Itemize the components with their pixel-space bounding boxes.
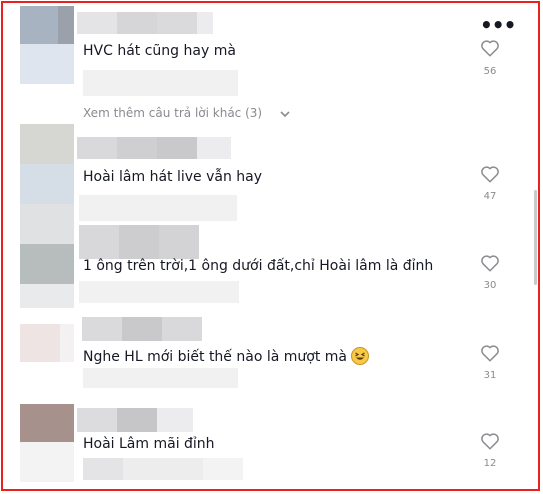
- comment-text: Nghe HL mới biết thế nào là mượt mà: [83, 347, 369, 365]
- scrollbar[interactable]: [534, 190, 537, 285]
- like-count: 31: [483, 370, 497, 381]
- comment-text: Hoài Lâm mãi đỉnh: [83, 436, 215, 452]
- comment-text-content: Nghe HL mới biết thế nào là mượt mà: [83, 349, 347, 365]
- like-count: 30: [483, 280, 497, 291]
- more-options-icon[interactable]: •••: [480, 15, 516, 35]
- comment-text: 1 ông trên trời,1 ông dưới đất,chỉ Hoài …: [83, 258, 434, 274]
- heart-outline-icon[interactable]: [480, 254, 500, 272]
- comment-text: HVC hát cũng hay mà: [83, 43, 236, 59]
- heart-outline-icon[interactable]: [480, 344, 500, 362]
- heart-outline-icon[interactable]: [480, 165, 500, 183]
- chevron-down-icon[interactable]: [279, 110, 291, 118]
- view-more-replies-button[interactable]: Xem thêm câu trả lời khác (3): [83, 106, 262, 120]
- heart-outline-icon[interactable]: [480, 432, 500, 450]
- laughing-face-icon: [351, 347, 369, 365]
- like-count: 56: [483, 66, 497, 77]
- comment-text: Hoài lâm hát live vẫn hay: [83, 169, 263, 185]
- like-count: 47: [483, 191, 497, 202]
- like-count: 12: [483, 458, 497, 469]
- heart-outline-icon[interactable]: [480, 39, 500, 57]
